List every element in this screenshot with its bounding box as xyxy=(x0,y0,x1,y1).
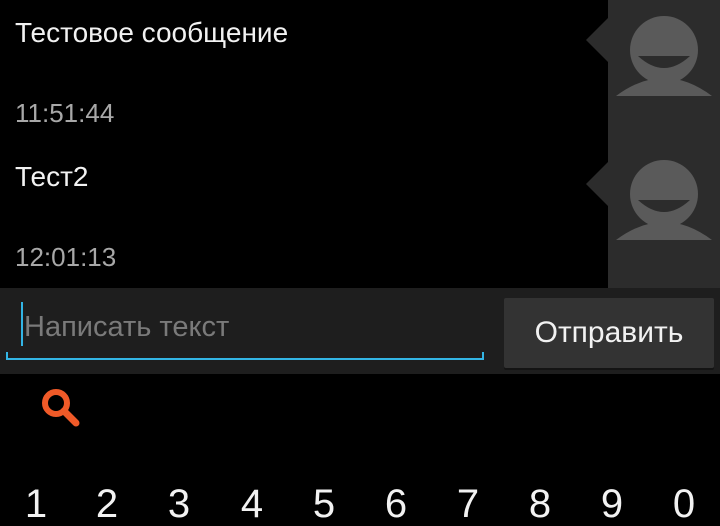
key-digit[interactable]: 2 xyxy=(87,484,127,524)
send-button[interactable]: Отправить xyxy=(504,298,714,368)
message-input-wrapper[interactable] xyxy=(6,300,484,360)
default-avatar-icon xyxy=(616,160,712,240)
key-digit[interactable]: 7 xyxy=(448,484,488,524)
key-digit[interactable]: 6 xyxy=(376,484,416,524)
key-digit[interactable]: 5 xyxy=(304,484,344,524)
key-digit[interactable]: 9 xyxy=(592,484,632,524)
message-text: Тест2 xyxy=(15,161,89,192)
input-underline xyxy=(6,358,484,360)
key-digit[interactable]: 3 xyxy=(159,484,199,524)
message-item[interactable]: Тест2 12:01:13 xyxy=(0,144,720,288)
key-digit[interactable]: 0 xyxy=(664,484,704,524)
message-text: Тестовое сообщение xyxy=(15,17,289,48)
key-digit[interactable]: 4 xyxy=(232,484,272,524)
avatar xyxy=(586,144,720,288)
search-icon xyxy=(42,389,80,427)
avatar xyxy=(586,0,720,144)
key-digit[interactable]: 1 xyxy=(16,484,56,524)
message-time: 12:01:13 xyxy=(15,242,117,272)
text-cursor xyxy=(21,302,23,346)
input-underline-right-tick xyxy=(482,352,484,360)
default-avatar-icon xyxy=(616,16,712,96)
message-time: 11:51:44 xyxy=(15,98,115,128)
input-underline-left-tick xyxy=(6,352,8,360)
keyboard-search-key[interactable] xyxy=(38,385,82,429)
message-input[interactable] xyxy=(24,304,464,350)
key-digit[interactable]: 8 xyxy=(520,484,560,524)
keyboard-digit-row: 1 2 3 4 5 6 7 8 9 0 xyxy=(0,476,720,526)
message-item[interactable]: Тестовое сообщение 11:51:44 xyxy=(0,0,720,144)
